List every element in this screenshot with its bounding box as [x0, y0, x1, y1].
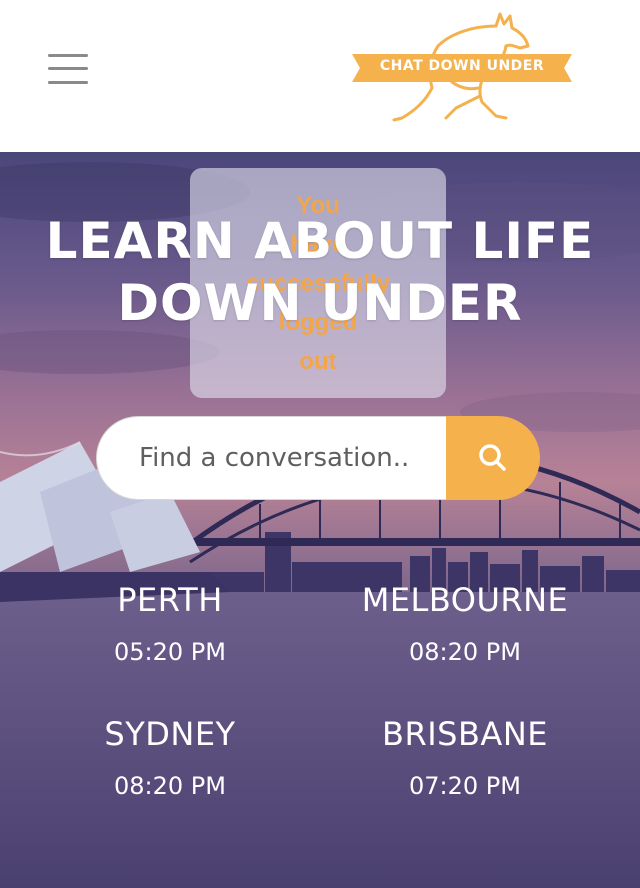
city-name: BRISBANE: [382, 715, 548, 753]
menu-bar: [48, 81, 88, 84]
toast-line: out: [299, 348, 337, 375]
city-name: SYDNEY: [104, 715, 236, 753]
city-clock-perth: PERTH 05:20 PM: [20, 580, 320, 672]
hero-title-line: DOWN UNDER: [117, 274, 523, 332]
city-name: MELBOURNE: [361, 581, 569, 619]
hamburger-menu-icon[interactable]: [48, 52, 90, 86]
city-time: 05:20 PM: [114, 638, 226, 666]
city-time: 07:20 PM: [409, 772, 521, 800]
city-name: PERTH: [117, 581, 223, 619]
menu-bar: [48, 54, 88, 57]
search-button[interactable]: [446, 416, 540, 500]
logo-text: CHAT DOWN UNDER: [379, 58, 545, 74]
hero-title: LEARN ABOUT LIFE DOWN UNDER: [0, 210, 640, 334]
site-logo[interactable]: CHAT DOWN UNDER: [346, 12, 578, 130]
city-clock-melbourne: MELBOURNE 08:20 PM: [315, 580, 615, 672]
search-bar: [96, 416, 540, 500]
menu-bar: [48, 67, 88, 70]
search-input[interactable]: [96, 416, 476, 500]
search-icon: [479, 444, 506, 471]
city-time: 08:20 PM: [114, 772, 226, 800]
hero-title-line: LEARN ABOUT LIFE: [45, 212, 595, 270]
city-clock-brisbane: BRISBANE 07:20 PM: [315, 714, 615, 806]
city-clock-sydney: SYDNEY 08:20 PM: [20, 714, 320, 806]
city-time: 08:20 PM: [409, 638, 521, 666]
site-header: CHAT DOWN UNDER: [0, 0, 640, 152]
